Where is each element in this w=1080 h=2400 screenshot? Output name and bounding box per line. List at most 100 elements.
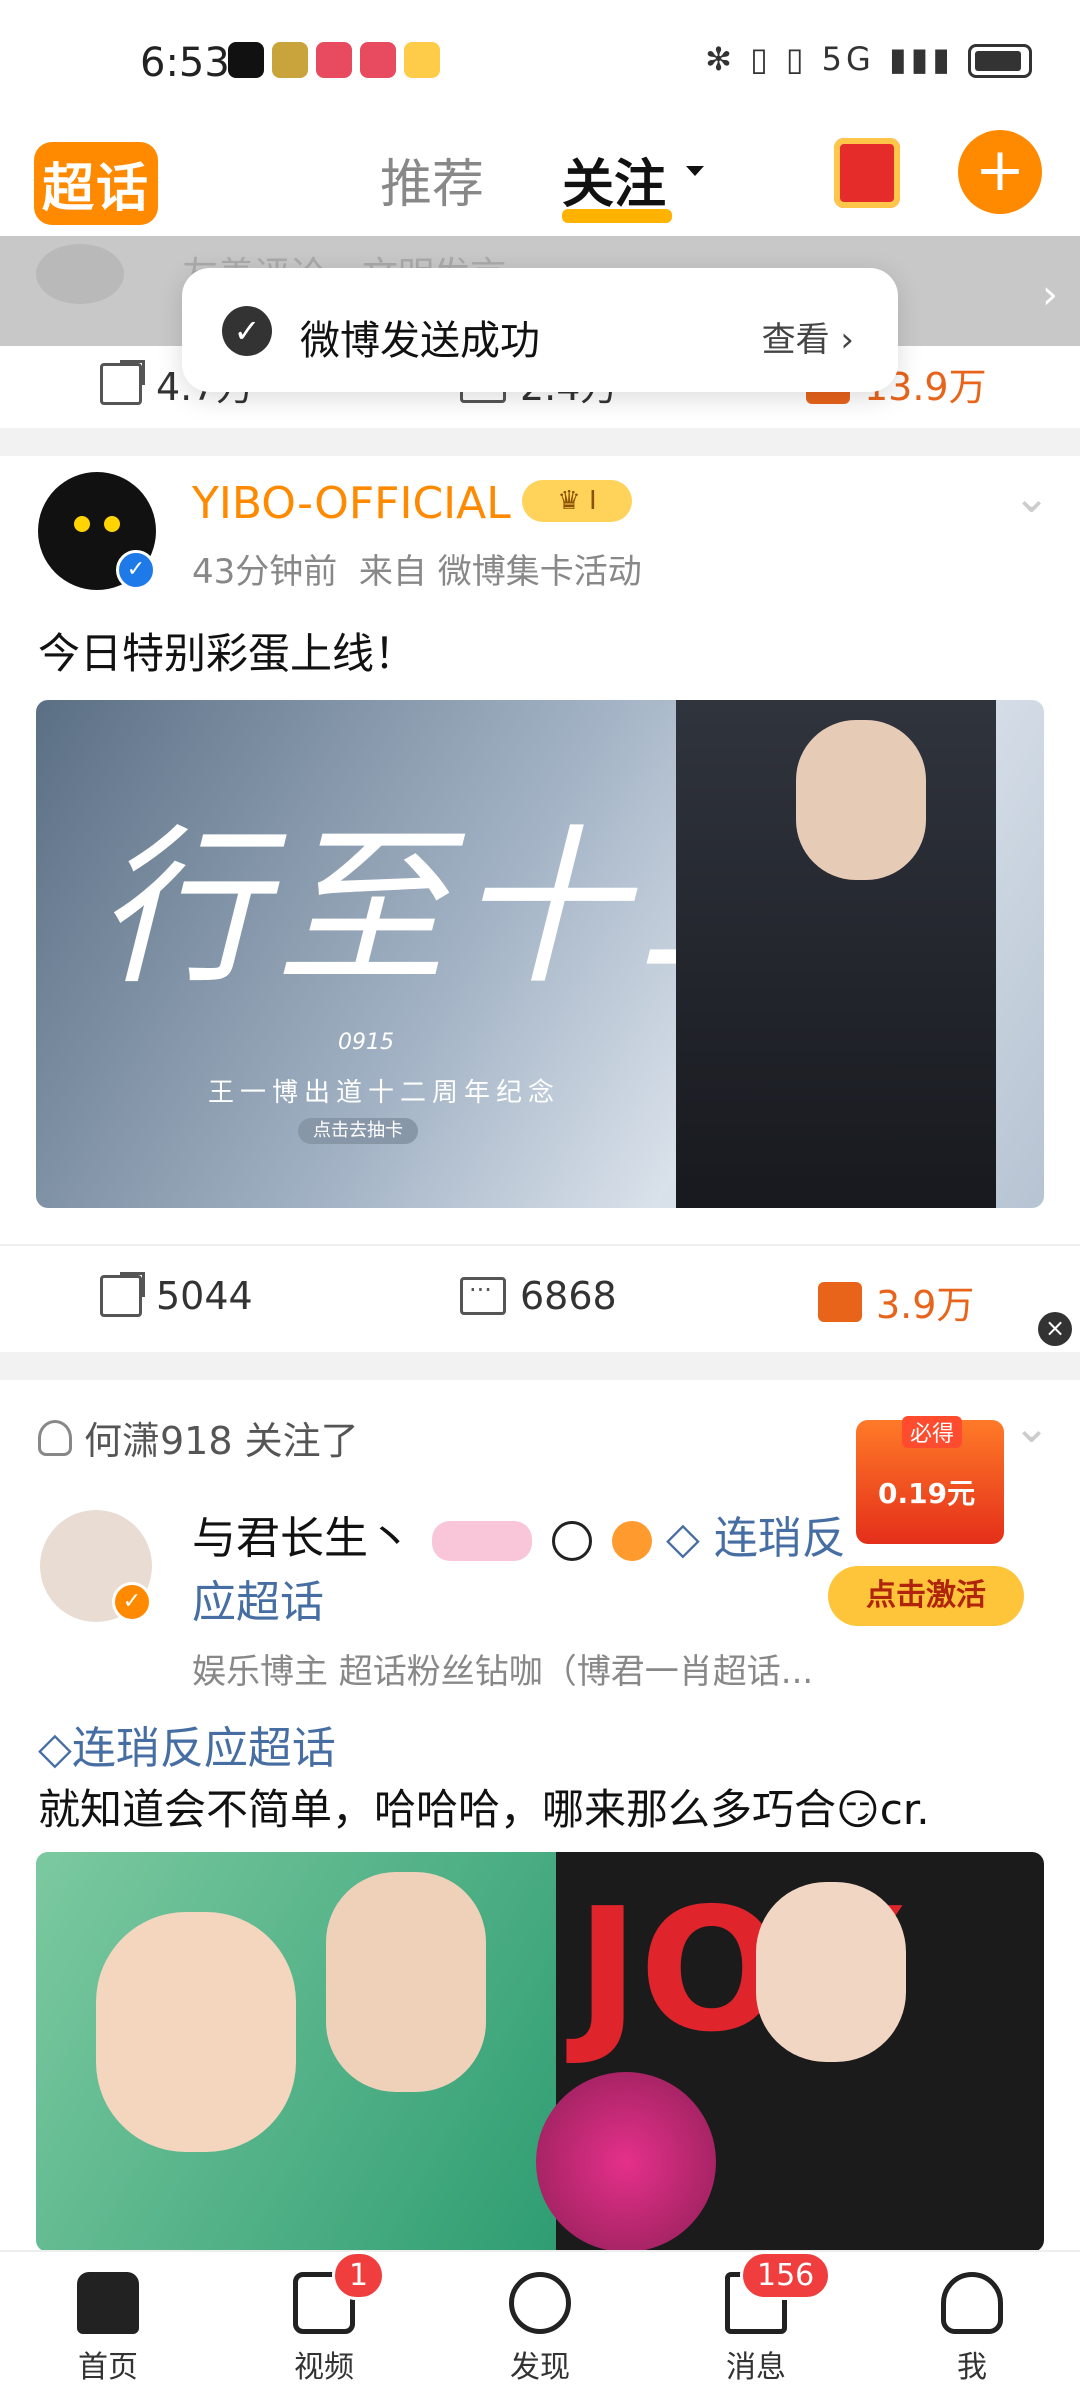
like-count: 3.9万 xyxy=(876,1283,975,1327)
image-person xyxy=(756,1882,906,2062)
post-source: 来自 微博集卡活动 xyxy=(358,552,642,592)
member-crown-icon[interactable]: ♛ I xyxy=(522,480,632,522)
follow-note-text: 何潇918 关注了 xyxy=(84,1419,359,1463)
share-count: 5044 xyxy=(156,1274,253,1318)
comment-count: 6868 xyxy=(520,1274,617,1318)
share-icon xyxy=(100,359,145,405)
home-icon xyxy=(77,2272,139,2334)
avatar-eye xyxy=(104,516,120,532)
video-badge: 1 xyxy=(332,2251,386,2300)
verified-badge-icon: ✓ xyxy=(116,550,156,590)
notification-icons xyxy=(228,42,440,78)
share-button[interactable]: 5044 xyxy=(100,1272,253,1318)
tab-recommend[interactable]: 推荐 xyxy=(380,142,484,217)
nav-discover[interactable]: 发现 xyxy=(480,2272,600,2386)
status-icons: ✻ ▯ ▯ 5G ▮▮▮ xyxy=(705,40,1032,78)
nav-me[interactable]: 我 xyxy=(912,2272,1032,2386)
video-icon: 1 xyxy=(293,2251,386,2334)
follow-note: 何潇918 关注了 xyxy=(38,1410,359,1465)
fan-badge-icon xyxy=(432,1521,532,1561)
top-header: 超话 推荐 关注 xyxy=(0,120,1080,240)
avatar[interactable]: ✓ xyxy=(40,1510,152,1622)
tab-follow-label: 关注 xyxy=(562,155,667,215)
chevron-right-icon: › xyxy=(1042,272,1058,318)
comment-icon xyxy=(460,1276,506,1315)
share-icon xyxy=(100,1272,145,1317)
check-icon: ✓ xyxy=(222,306,272,356)
tiktok-icon xyxy=(228,42,264,78)
toast-view-label: 查看 xyxy=(761,320,830,360)
post-image[interactable]: 行至十二 0915 王一博出道十二周年纪念 点击去抽卡 xyxy=(36,700,1044,1208)
messages-badge: 156 xyxy=(740,2251,832,2300)
nav-messages[interactable]: 156 消息 xyxy=(696,2251,832,2386)
toast-view-button[interactable]: 查看 › xyxy=(762,312,854,361)
send-success-toast: ✓ 微博发送成功 查看 › xyxy=(182,268,898,392)
post-username[interactable]: YIBO-OFFICIAL xyxy=(192,478,511,529)
status-bar: 6:53 ✻ ▯ ▯ 5G ▮▮▮ xyxy=(0,0,1080,120)
post-text: 今日特别彩蛋上线！ xyxy=(38,629,417,678)
topic-tag[interactable]: ◇ 连琑反 xyxy=(666,1513,846,1564)
topic-link[interactable]: ◇连琑反应超话 xyxy=(38,1712,336,1776)
ad-activate-button[interactable]: 点击激活 xyxy=(828,1566,1024,1626)
battery-icon xyxy=(968,44,1032,78)
nav-discover-label: 发现 xyxy=(510,2350,570,2385)
post-meta: 娱乐博主 超话粉丝钻咖（博君一肖超话... xyxy=(192,1652,814,1692)
post-card: ✓ YIBO-OFFICIAL ♛ I 43分钟前 来自 微博集卡活动 ⌄ 今日… xyxy=(0,432,1080,1352)
image-person xyxy=(326,1872,486,2092)
app-icon xyxy=(272,42,308,78)
panda-icon xyxy=(552,1521,592,1561)
post-menu-chevron-icon[interactable]: ⌄ xyxy=(1013,472,1050,523)
image-subtitle: 王一博出道十二周年纪念 xyxy=(208,1078,561,1108)
tab-follow[interactable]: 关注 xyxy=(562,142,672,223)
bottom-navigation: 首页 1 视频 发现 156 消息 我 xyxy=(0,2250,1080,2400)
nav-home[interactable]: 首页 xyxy=(48,2272,168,2386)
avatar[interactable]: ✓ xyxy=(38,472,156,590)
red-packet-icon[interactable] xyxy=(834,138,900,208)
like-icon xyxy=(818,1281,862,1322)
post-image[interactable]: JOY xyxy=(36,1852,1044,2252)
like-button[interactable]: 3.9万 xyxy=(818,1274,974,1329)
topic-link-label: 连琑反应超话 xyxy=(71,1723,336,1774)
ad-redpacket[interactable]: 必得 0.19元 xyxy=(856,1416,1004,1544)
chevron-down-icon[interactable] xyxy=(686,166,704,176)
comment-button[interactable]: 6868 xyxy=(460,1274,617,1318)
status-time: 6:53 xyxy=(140,40,230,86)
nav-video-label: 视频 xyxy=(294,2350,354,2385)
nav-messages-label: 消息 xyxy=(726,2350,786,2385)
verified-badge-icon: ✓ xyxy=(112,1582,152,1622)
weibo-icon xyxy=(404,42,440,78)
huawei-icon-2 xyxy=(360,42,396,78)
avatar xyxy=(36,244,124,304)
ad-must-label: 必得 xyxy=(902,1416,963,1448)
close-icon[interactable]: × xyxy=(1038,1312,1072,1346)
post-actions: 5044 6868 3.9万 xyxy=(0,1244,1080,1352)
nav-home-label: 首页 xyxy=(78,2350,138,2385)
post-meta: 43分钟前 来自 微博集卡活动 xyxy=(192,544,642,593)
topic-tag-continuation[interactable]: 应超话 xyxy=(192,1566,324,1630)
divider xyxy=(0,1352,1080,1380)
profile-icon xyxy=(941,2272,1003,2334)
image-person xyxy=(96,1912,296,2152)
post-username-line: 与君长生丶 ◇ 连琑反 xyxy=(192,1502,846,1566)
image-flowers xyxy=(536,2072,716,2252)
image-code: 0915 xyxy=(338,1030,394,1055)
avatar-eye xyxy=(74,516,90,532)
signal-icons: ✻ ▯ ▯ 5G ▮▮▮ xyxy=(705,40,954,78)
post-username[interactable]: 与君长生丶 xyxy=(192,1513,412,1564)
image-face xyxy=(796,720,926,880)
supertopic-logo[interactable]: 超话 xyxy=(34,142,159,225)
post-text: 就知道会不简单，哈哈哈，哪来那么多巧合😏cr. xyxy=(38,1785,930,1834)
nav-video[interactable]: 1 视频 xyxy=(264,2251,386,2386)
topic-tag-label: 连琑反 xyxy=(713,1513,846,1564)
fish-icon xyxy=(612,1521,652,1561)
post-menu-chevron-icon[interactable]: ⌄ xyxy=(1013,1402,1050,1453)
toast-message: 微博发送成功 xyxy=(300,318,540,364)
mail-icon: 156 xyxy=(725,2251,832,2334)
search-icon xyxy=(509,2272,571,2334)
image-tap-label: 点击去抽卡 xyxy=(298,1118,418,1144)
huawei-icon xyxy=(316,42,352,78)
compose-button[interactable]: + xyxy=(958,130,1042,214)
post-time: 43分钟前 xyxy=(192,552,338,592)
member-level: I xyxy=(588,486,597,516)
person-icon xyxy=(38,1419,72,1456)
